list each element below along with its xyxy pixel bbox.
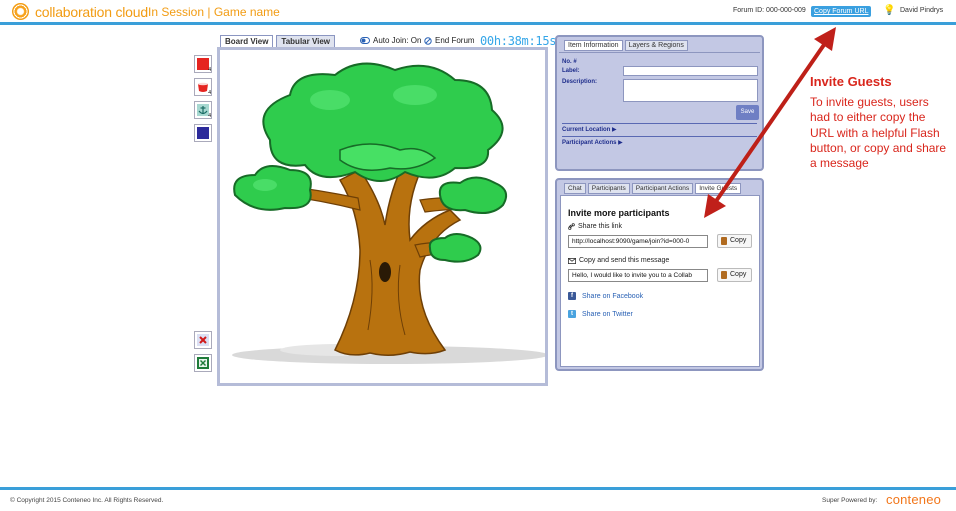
- share-twitter-label: Share on Twitter: [582, 310, 633, 318]
- copy-icon: [721, 237, 727, 245]
- copy-link-button[interactable]: Copy: [717, 234, 752, 248]
- tool-red-square[interactable]: 4: [194, 55, 212, 73]
- forum-id: Forum ID: 000-000-009: [733, 7, 806, 14]
- app-footer: © Copyright 2015 Conteneo Inc. All Right…: [0, 487, 956, 511]
- excel-icon: [197, 357, 209, 369]
- share-facebook-label: Share on Facebook: [582, 292, 644, 300]
- annotation-body: To invite guests, users had to either co…: [810, 95, 947, 171]
- session-title: In Session | Game name: [148, 5, 280, 19]
- tool-count: 4: [208, 113, 211, 119]
- tool-red-cup[interactable]: 4: [194, 78, 212, 96]
- copy-message-heading: Copy and send this message: [568, 257, 669, 264]
- end-forum-label: End Forum: [435, 36, 475, 45]
- toggle-icon: [360, 37, 370, 44]
- auto-join-toggle[interactable]: Auto Join: On: [360, 36, 421, 45]
- link-icon: [568, 223, 575, 230]
- app-header: collaboration cloud In Session | Game na…: [0, 0, 956, 25]
- copyright-text: © Copyright 2015 Conteneo Inc. All Right…: [10, 497, 164, 504]
- current-location-toggle[interactable]: Current Location ▶: [562, 126, 617, 133]
- close-icon: [197, 334, 209, 346]
- tab-layers-regions[interactable]: Layers & Regions: [624, 40, 688, 51]
- tree-image[interactable]: [220, 50, 548, 383]
- navy-square-icon: [197, 127, 209, 139]
- twitter-icon: t: [568, 310, 576, 318]
- end-forum-button[interactable]: End Forum: [424, 36, 475, 45]
- conteneo-logo[interactable]: conteneo: [886, 492, 941, 507]
- invite-title: Invite more participants: [568, 208, 670, 218]
- invite-link-field[interactable]: http://localhost:9090/game/join?id=000-0: [568, 235, 708, 248]
- copy-message-label: Copy and send this message: [579, 257, 670, 264]
- powered-by-text: Super Powered by:: [822, 497, 878, 504]
- logo[interactable]: collaboration cloud: [12, 3, 148, 20]
- tab-participant-actions[interactable]: Participant Actions: [631, 183, 694, 194]
- lightbulb-icon: 💡: [883, 5, 896, 16]
- red-cup-icon: [198, 82, 208, 92]
- tab-participants[interactable]: Participants: [587, 183, 630, 194]
- delete-button[interactable]: [194, 331, 212, 349]
- tab-chat[interactable]: Chat: [564, 183, 586, 194]
- stop-icon: [424, 36, 432, 45]
- share-facebook-link[interactable]: f Share on Facebook: [568, 292, 643, 300]
- item-description-label: Description:: [562, 79, 598, 85]
- logo-icon: [12, 3, 29, 20]
- anchor-icon: [197, 104, 209, 116]
- red-square-icon: [197, 58, 209, 70]
- tool-count: 4: [208, 90, 211, 96]
- invite-guests-body: Invite more participants Share this link…: [560, 195, 760, 367]
- facebook-icon: f: [568, 292, 576, 300]
- copy-icon: [721, 271, 727, 279]
- user-name[interactable]: David Pindrys: [900, 7, 943, 14]
- share-twitter-link[interactable]: t Share on Twitter: [568, 310, 633, 318]
- copy-label: Copy: [730, 237, 747, 244]
- session-timer: 00h:38m:15s: [480, 34, 557, 48]
- copy-forum-url-button[interactable]: Copy Forum URL: [811, 6, 872, 17]
- item-label-label: Label:: [562, 68, 580, 74]
- tool-count: 4: [208, 67, 211, 73]
- auto-join-label: Auto Join: On: [373, 36, 422, 45]
- tab-item-information[interactable]: Item Information: [564, 40, 623, 51]
- game-board[interactable]: [217, 47, 548, 386]
- copy-message-button[interactable]: Copy: [717, 268, 752, 282]
- envelope-icon: [568, 257, 576, 264]
- share-link-label: Share this link: [578, 223, 622, 230]
- share-link-heading: Share this link: [568, 223, 622, 230]
- logo-text: collaboration cloud: [35, 3, 148, 20]
- item-info-tabs: Item Information Layers & Regions: [564, 40, 688, 51]
- tool-navy-square[interactable]: [194, 124, 212, 142]
- participant-actions-toggle[interactable]: Participant Actions ▶: [562, 139, 623, 146]
- copy-label: Copy: [730, 271, 747, 278]
- annotation-title: Invite Guests: [810, 74, 892, 89]
- export-excel-button[interactable]: [194, 354, 212, 372]
- tool-anchor[interactable]: 4: [194, 101, 212, 119]
- item-number-label: No. #: [562, 59, 577, 65]
- invite-message-field[interactable]: Hello, I would like to invite you to a C…: [568, 269, 708, 282]
